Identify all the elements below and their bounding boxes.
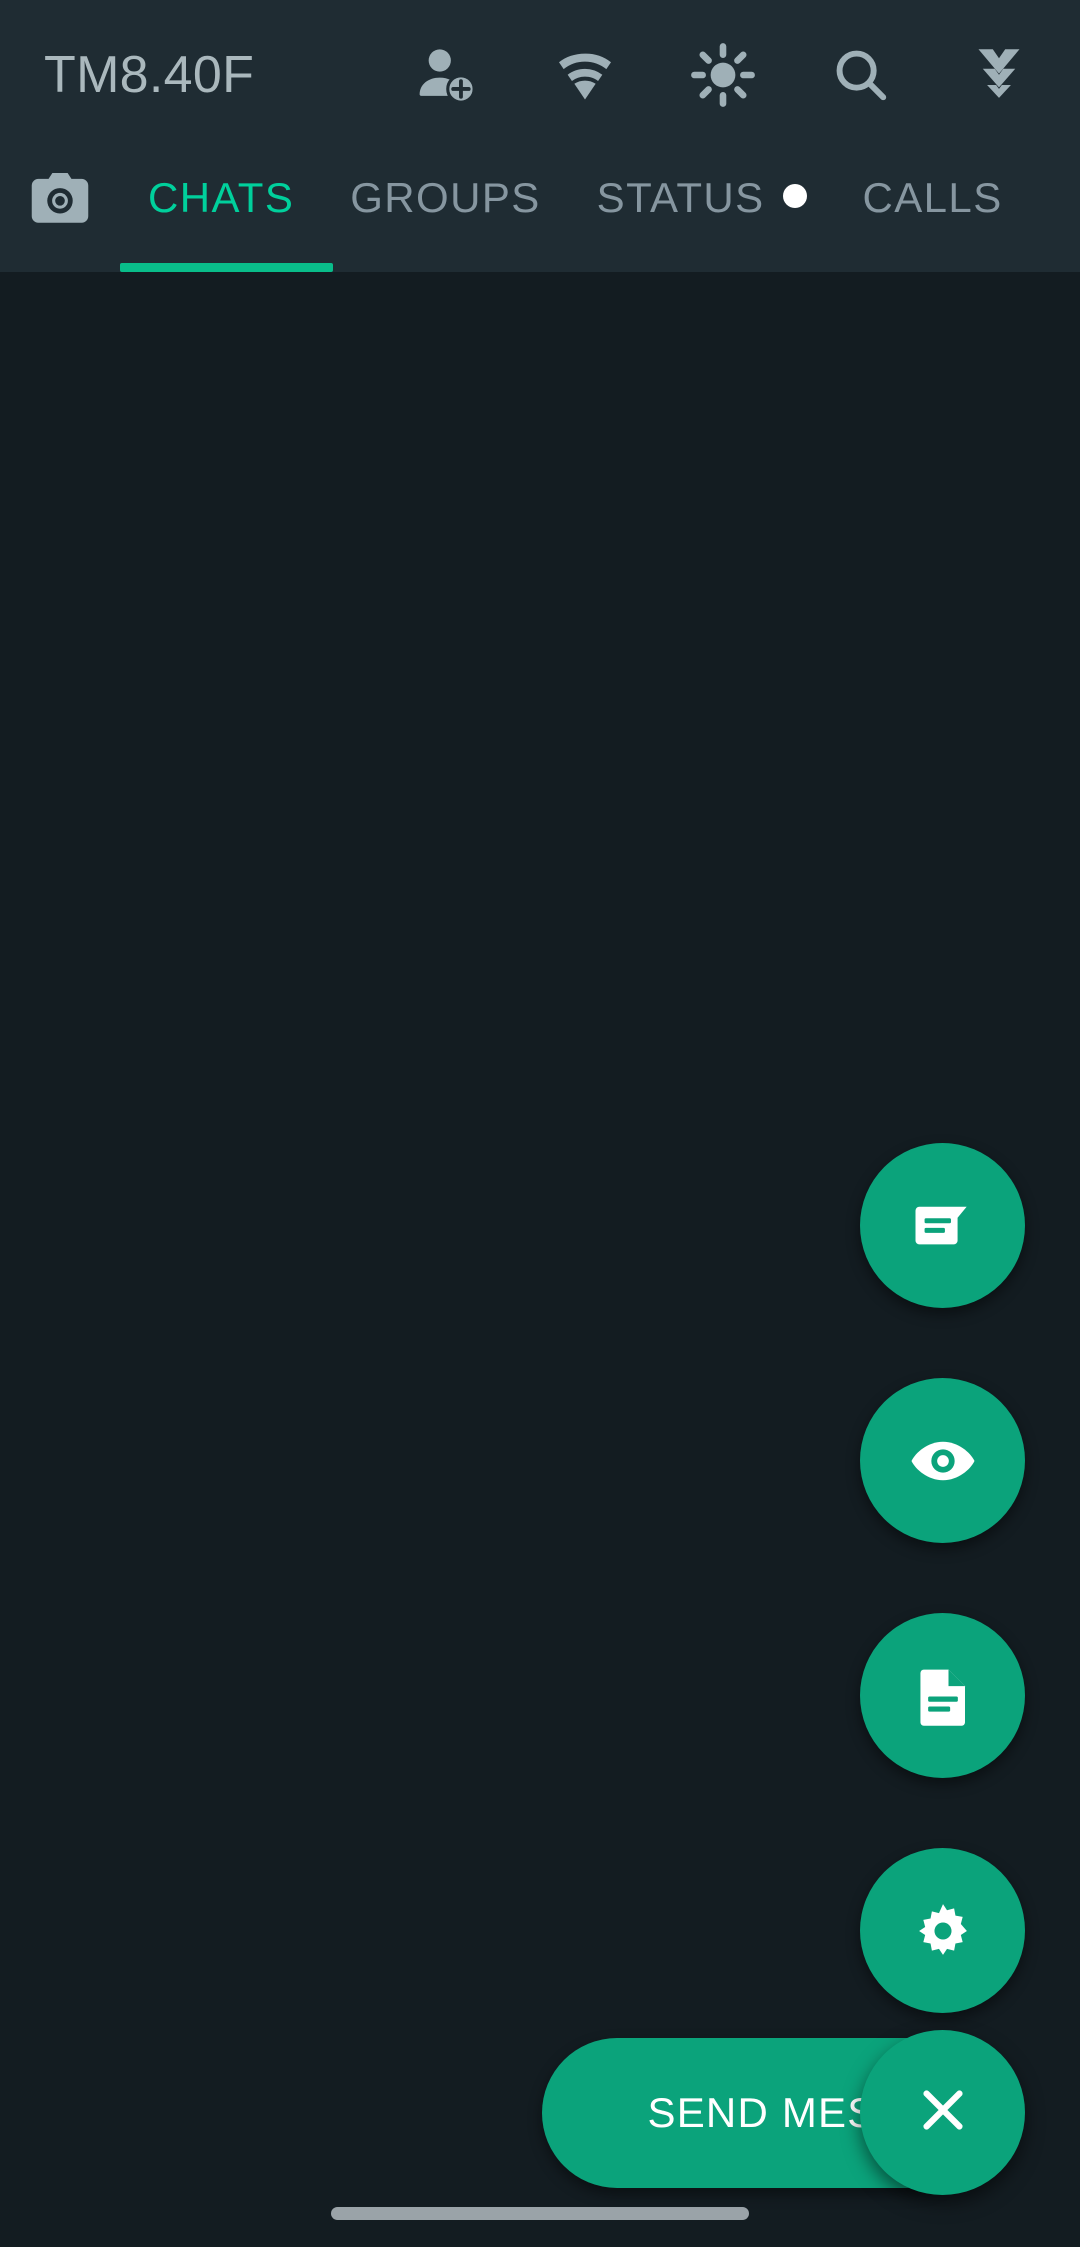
app-header: TM8.40F CHATS GROUPS STATUS CALLS: [0, 0, 1080, 272]
double-chevron-down-icon[interactable]: [966, 42, 1032, 108]
fab-document[interactable]: [860, 1613, 1025, 1778]
brightness-icon[interactable]: [690, 42, 756, 108]
tab-camera-icon[interactable]: [0, 150, 120, 272]
page-title: TM8.40F: [44, 46, 255, 104]
fab-new-message[interactable]: [860, 1143, 1025, 1308]
tab-label: STATUS: [596, 174, 765, 221]
tab-chats[interactable]: CHATS: [120, 150, 322, 272]
eye-icon: [908, 1426, 978, 1496]
fab-settings[interactable]: [860, 1848, 1025, 2013]
tab-bar: CHATS GROUPS STATUS CALLS: [0, 150, 1080, 272]
document-icon: [910, 1663, 976, 1729]
tab-groups[interactable]: GROUPS: [322, 150, 568, 272]
tab-calls[interactable]: CALLS: [835, 150, 1031, 272]
gear-icon: [912, 1900, 974, 1962]
gesture-nav-handle[interactable]: [331, 2206, 749, 2220]
speed-dial-footer: SEND MES: [542, 2030, 1025, 2195]
tab-label: GROUPS: [350, 174, 541, 221]
fab-close-button[interactable]: [860, 2030, 1025, 2195]
add-contact-icon[interactable]: [414, 42, 480, 108]
header-top-bar: TM8.40F: [0, 0, 1080, 150]
speed-dial-menu: [860, 1143, 1025, 2013]
message-bubble-icon: [910, 1193, 976, 1259]
wifi-icon[interactable]: [552, 42, 618, 108]
status-badge-dot: [782, 184, 807, 208]
fab-view[interactable]: [860, 1378, 1025, 1543]
chat-list-area: SEND MES: [0, 272, 1080, 2247]
tab-status[interactable]: STATUS: [569, 150, 835, 272]
app-root: TM8.40F CHATS GROUPS STATUS CALLS SEND M…: [0, 0, 1080, 2247]
active-tab-indicator: [120, 263, 333, 272]
close-icon: [914, 2081, 972, 2144]
tab-label: CALLS: [862, 174, 1003, 221]
search-icon[interactable]: [828, 42, 894, 108]
tab-label: CHATS: [148, 174, 295, 221]
header-actions: [414, 42, 1046, 108]
